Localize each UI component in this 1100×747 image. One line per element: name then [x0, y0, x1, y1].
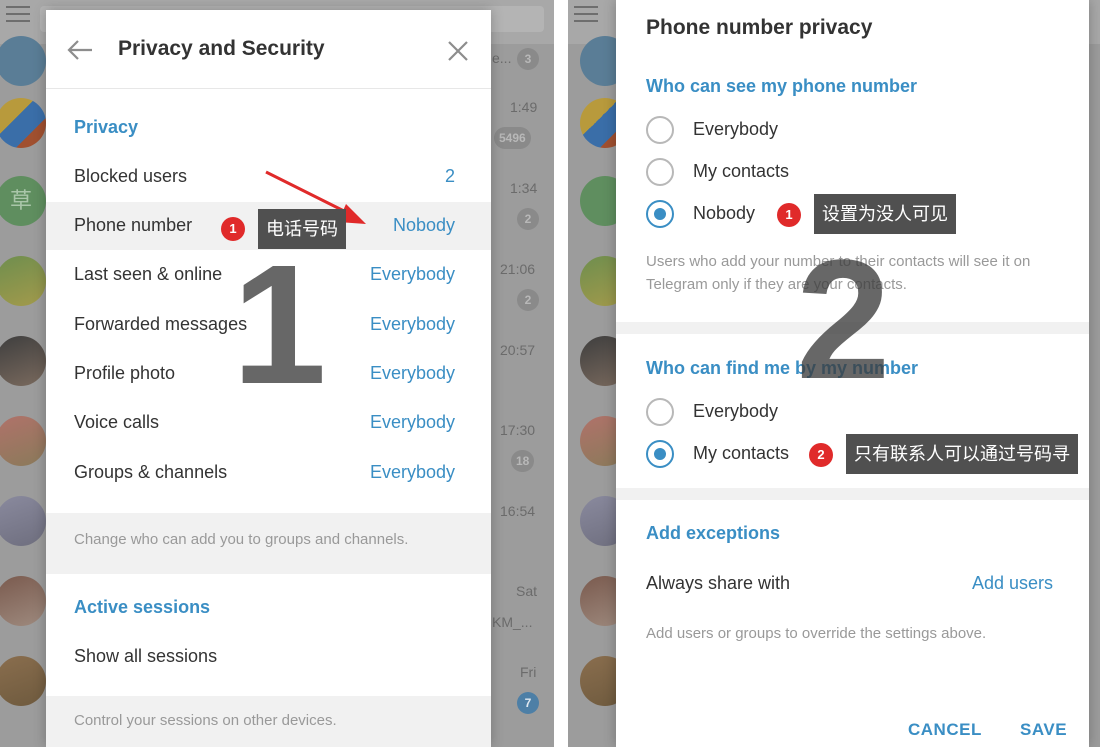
- annotation-callout: 只有联系人可以通过号码寻: [846, 434, 1078, 474]
- groups-hint: Change who can add you to groups and cha…: [74, 531, 409, 548]
- sessions-hint-band: Control your sessions on other devices.: [46, 696, 491, 747]
- chat-time: Fri: [520, 664, 537, 680]
- radio-label: My contacts: [693, 443, 790, 463]
- menu-icon[interactable]: [6, 6, 30, 24]
- step-number: 2: [796, 225, 891, 415]
- radio-button[interactable]: [646, 158, 674, 186]
- row-value: Everybody: [369, 462, 455, 482]
- unread-badge: 3: [517, 48, 539, 70]
- chat-time: Sat: [516, 583, 538, 599]
- row-label: Last seen & online: [74, 264, 223, 284]
- annotation-callout: 设置为没人可见: [814, 194, 956, 234]
- row-label: Blocked users: [74, 166, 188, 186]
- unread-badge: 18: [511, 450, 535, 472]
- unread-badge: 2: [517, 289, 539, 311]
- dialog-title: Phone number privacy: [646, 16, 873, 39]
- see-section-title: Who can see my phone number: [646, 76, 918, 96]
- groups-hint-band: Change who can add you to groups and cha…: [46, 513, 491, 574]
- sessions-hint: Control your sessions on other devices.: [74, 712, 337, 729]
- annotation-badge: 1: [777, 203, 801, 227]
- add-users-link[interactable]: Add users: [972, 573, 1053, 594]
- chat-time: 21:06: [500, 261, 536, 277]
- radio-button[interactable]: [646, 116, 674, 144]
- active-sessions-section-title: Active sessions: [74, 597, 211, 617]
- radio-label: My contacts: [693, 161, 790, 181]
- step-number: 1: [232, 230, 327, 420]
- exceptions-hint: Add users or groups to override the sett…: [646, 625, 987, 642]
- section-divider: [616, 488, 1089, 500]
- row-label: Forwarded messages: [74, 314, 248, 334]
- row-value: Everybody: [369, 412, 455, 432]
- right-screenshot: Phone number privacy Who can see my phon…: [568, 0, 1100, 747]
- dialog-header: Privacy and Security: [46, 10, 491, 89]
- row-value: Everybody: [369, 363, 455, 383]
- row-label: Phone number: [74, 215, 193, 235]
- row-value: Nobody: [392, 215, 455, 235]
- exceptions-section-title: Add exceptions: [646, 523, 781, 543]
- close-icon[interactable]: [447, 40, 469, 62]
- privacy-section-title: Privacy: [74, 117, 139, 137]
- annotation-badge: 2: [809, 443, 833, 467]
- row-label: Show all sessions: [74, 646, 218, 666]
- always-share-label: Always share with: [646, 573, 791, 593]
- cancel-button[interactable]: CANCEL: [908, 720, 982, 740]
- radio-label: Nobody: [693, 203, 756, 223]
- row-label: Voice calls: [74, 412, 160, 432]
- chat-time: 1:49: [510, 99, 538, 115]
- row-value: Everybody: [369, 314, 455, 334]
- radio-button[interactable]: [646, 398, 674, 426]
- chat-snippet: e...: [492, 50, 512, 66]
- chat-time: 20:57: [500, 342, 536, 358]
- row-groups-channels[interactable]: Groups & channels Everybody: [46, 449, 491, 497]
- row-label: Profile photo: [74, 363, 176, 383]
- chat-time: 17:30: [500, 422, 536, 438]
- unread-badge: 2: [517, 208, 539, 230]
- radio-button[interactable]: [646, 440, 674, 468]
- radio-label: Everybody: [693, 119, 779, 139]
- menu-icon[interactable]: [574, 6, 598, 24]
- left-screenshot: 草 e... 3 1:49 5496 1:34 2 21:06 2 20:57 …: [0, 0, 554, 747]
- unread-badge: 7: [517, 692, 539, 714]
- radio-button[interactable]: [646, 200, 674, 228]
- row-label: Groups & channels: [74, 462, 228, 482]
- chat-snippet: KM_...: [492, 614, 533, 630]
- unread-badge: 5496: [494, 127, 531, 149]
- back-arrow-icon[interactable]: [66, 38, 94, 62]
- save-button[interactable]: SAVE: [1020, 720, 1067, 740]
- radio-label: Everybody: [693, 401, 779, 421]
- row-show-all-sessions[interactable]: Show all sessions: [46, 633, 491, 681]
- row-value: 2: [444, 166, 455, 186]
- dialog-title: Privacy and Security: [118, 37, 325, 60]
- row-value: Everybody: [369, 264, 455, 284]
- chat-time: 16:54: [500, 503, 536, 519]
- chat-time: 1:34: [510, 180, 538, 196]
